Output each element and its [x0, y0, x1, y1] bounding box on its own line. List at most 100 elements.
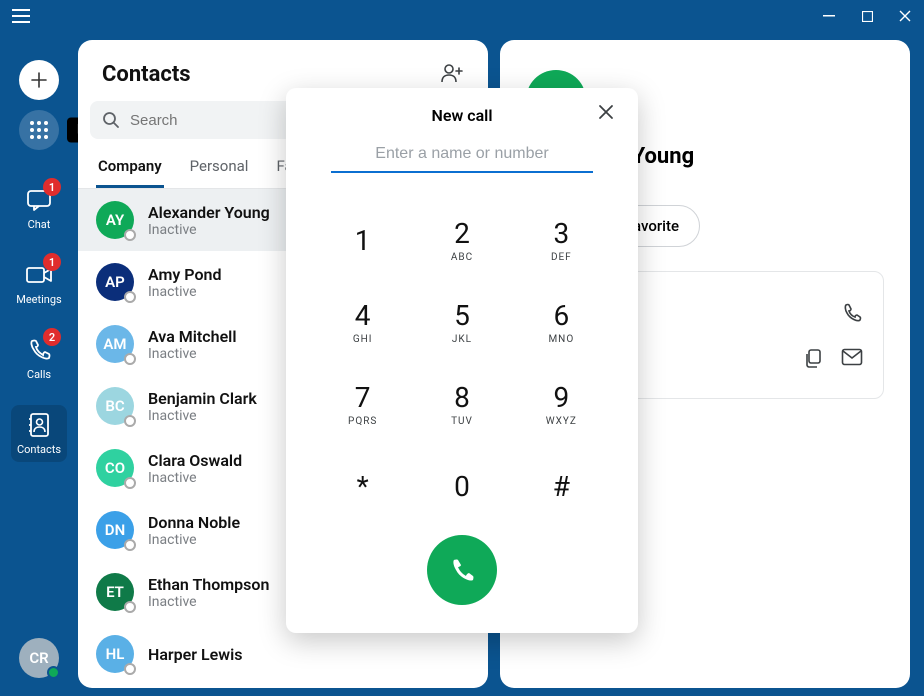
key-0[interactable]: 0 [416, 449, 507, 523]
key-7[interactable]: 7PQRS [317, 367, 408, 441]
key-letters: JKL [452, 334, 472, 345]
key-letters: TUV [451, 416, 473, 427]
key-letters: MNO [548, 334, 574, 345]
key-letters: ABC [451, 252, 473, 263]
key-digit: 2 [454, 217, 470, 250]
key-digit: 8 [454, 381, 470, 414]
avatar: HL [96, 635, 134, 673]
sidebar: Dialpad Chat 1 Meetings 1 Calls2 Contacts [0, 32, 78, 696]
contact-name: Ethan Thompson [148, 575, 269, 594]
key-digit: 4 [355, 299, 371, 332]
phone-outline-icon[interactable] [841, 302, 863, 324]
contact-status: Inactive [148, 222, 270, 238]
contact-status: Inactive [148, 408, 257, 424]
nav-label: Chat [28, 218, 51, 231]
key-digit: 6 [553, 299, 569, 332]
key-letters: WXYZ [546, 416, 577, 427]
avatar: AP [96, 263, 134, 301]
presence-indicator [124, 291, 136, 303]
contact-name: Ava Mitchell [148, 327, 236, 346]
badge: 1 [43, 253, 61, 271]
titlebar [0, 0, 924, 32]
new-button[interactable] [19, 60, 59, 100]
key-#[interactable]: # [516, 449, 607, 523]
contacts-icon [25, 411, 53, 439]
key-6[interactable]: 6 MNO [516, 285, 607, 359]
dial-input[interactable] [331, 137, 593, 173]
contact-status: Inactive [148, 594, 269, 610]
dialpad-icon [30, 121, 48, 139]
presence-indicator [47, 666, 60, 679]
nav-label: Meetings [16, 293, 61, 306]
contact-name: Amy Pond [148, 265, 221, 284]
dial-call-button[interactable] [427, 535, 497, 605]
avatar: CO [96, 449, 134, 487]
mail-icon[interactable] [841, 348, 863, 366]
key-3[interactable]: 3 DEF [516, 203, 607, 277]
dialog-close-button[interactable] [598, 104, 614, 125]
presence-indicator [124, 353, 136, 365]
presence-indicator [124, 415, 136, 427]
contact-name: Donna Noble [148, 513, 240, 532]
minimize-button[interactable] [822, 9, 836, 23]
key-digit: * [357, 470, 369, 503]
presence-indicator [124, 539, 136, 551]
nav-item-meetings[interactable]: Meetings 1 [11, 255, 67, 312]
contact-status: Inactive [148, 346, 236, 362]
key-digit: 0 [454, 470, 470, 503]
contact-status: Inactive [148, 470, 242, 486]
key-8[interactable]: 8 TUV [416, 367, 507, 441]
new-call-dialog: New call 1 2 ABC 3 DEF 4 GHI 5 JKL 6 MNO 7PQRS 8 TUV 9… [286, 88, 638, 633]
key-2[interactable]: 2 ABC [416, 203, 507, 277]
nav-item-contacts[interactable]: Contacts [11, 405, 67, 462]
user-avatar[interactable]: CR [19, 638, 59, 678]
key-letters: DEF [551, 252, 572, 263]
copy-icon[interactable] [803, 348, 823, 368]
presence-indicator [124, 477, 136, 489]
key-digit: 5 [454, 299, 470, 332]
key-letters: GHI [353, 334, 373, 345]
avatar: AM [96, 325, 134, 363]
nav-label: Calls [27, 368, 51, 381]
presence-indicator [124, 601, 136, 613]
phone-icon [448, 556, 476, 584]
tab-personal[interactable]: Personal [188, 151, 251, 188]
contact-status: Inactive [148, 284, 221, 300]
key-9[interactable]: 9 WXYZ [516, 367, 607, 441]
key-5[interactable]: 5 JKL [416, 285, 507, 359]
contact-name: Alexander Young [148, 203, 270, 222]
avatar: DN [96, 511, 134, 549]
maximize-button[interactable] [860, 9, 874, 23]
dialpad-button[interactable]: Dialpad [19, 110, 59, 150]
key-digit: 1 [355, 224, 371, 257]
presence-indicator [124, 229, 136, 241]
badge: 1 [43, 178, 61, 196]
dialog-title: New call [432, 106, 493, 125]
hamburger-menu[interactable] [12, 9, 30, 23]
key-4[interactable]: 4 GHI [317, 285, 408, 359]
close-icon [598, 104, 614, 120]
key-digit: 9 [553, 381, 569, 414]
add-contact-button[interactable] [440, 63, 464, 87]
key-*[interactable]: * [317, 449, 408, 523]
nav-item-calls[interactable]: Calls2 [11, 330, 67, 387]
key-digit: 7 [355, 381, 371, 414]
nav-label: Contacts [17, 443, 61, 456]
avatar: AY [96, 201, 134, 239]
window-controls [822, 9, 912, 23]
tab-company[interactable]: Company [96, 151, 164, 188]
key-1[interactable]: 1 [317, 203, 408, 277]
key-digit: 3 [553, 217, 569, 250]
nav-item-chat[interactable]: Chat 1 [11, 180, 67, 237]
keypad: 1 2 ABC 3 DEF 4 GHI 5 JKL 6 MNO 7PQRS 8 TUV 9 WXYZ * 0 # [317, 203, 607, 523]
contact-status: Inactive [148, 532, 240, 548]
avatar: BC [96, 387, 134, 425]
add-person-icon [440, 63, 464, 83]
presence-indicator [124, 663, 136, 675]
contact-name: Harper Lewis [148, 645, 242, 664]
contact-name: Benjamin Clark [148, 389, 257, 408]
close-button[interactable] [898, 9, 912, 23]
page-title: Contacts [102, 62, 191, 87]
avatar: ET [96, 573, 134, 611]
user-initials: CR [29, 649, 48, 667]
